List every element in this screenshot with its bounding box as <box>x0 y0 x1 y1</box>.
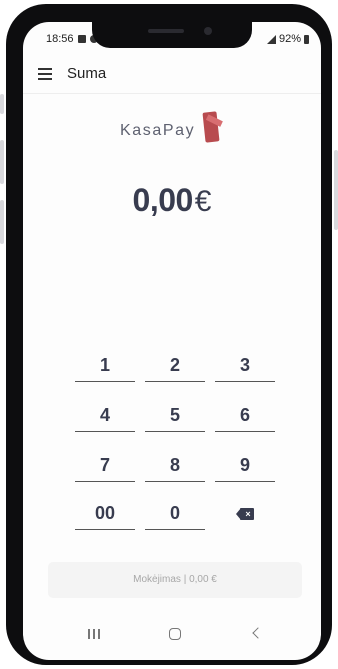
page-title: Suma <box>67 65 107 82</box>
key-5[interactable]: 5 <box>145 402 205 432</box>
image-notification-icon <box>77 35 86 43</box>
key-2[interactable]: 2 <box>145 352 205 382</box>
battery-percent: 92% <box>278 33 301 45</box>
key-9[interactable]: 9 <box>215 452 275 482</box>
front-camera <box>204 27 212 35</box>
screen: 18:56 92% Suma KasaPay 0,00€ 1 2 3 4 5 6… <box>23 22 321 660</box>
key-1[interactable]: 1 <box>75 352 135 382</box>
back-icon[interactable] <box>249 626 269 642</box>
power-button <box>334 150 338 230</box>
battery-icon <box>304 34 309 44</box>
amount-currency: € <box>194 185 212 218</box>
key-00[interactable]: 00 <box>75 500 135 530</box>
key-6[interactable]: 6 <box>215 402 275 432</box>
signal-icon <box>266 34 276 44</box>
phone-frame: 18:56 92% Suma KasaPay 0,00€ 1 2 3 4 5 6… <box>6 4 332 665</box>
backspace-icon: × <box>236 508 254 520</box>
side-button-top <box>0 94 4 114</box>
home-icon[interactable] <box>167 626 187 642</box>
amount-display: 0,00€ <box>23 182 321 219</box>
app-bar: Suma <box>23 58 321 94</box>
recents-icon[interactable] <box>85 626 105 642</box>
system-nav-bar <box>23 622 321 646</box>
status-time: 18:56 <box>46 33 74 45</box>
key-8[interactable]: 8 <box>145 452 205 482</box>
backspace-button[interactable]: × <box>215 500 275 530</box>
speaker <box>148 29 184 33</box>
volume-down-button <box>0 200 4 244</box>
payment-button[interactable]: Mokėjimas | 0,00 € <box>48 562 302 598</box>
logo-text: KasaPay <box>120 122 196 139</box>
amount-value: 0,00 <box>132 182 194 218</box>
key-7[interactable]: 7 <box>75 452 135 482</box>
logo-card-icon <box>202 111 223 143</box>
hamburger-menu-icon[interactable] <box>38 68 52 80</box>
key-0[interactable]: 0 <box>145 500 205 530</box>
key-3[interactable]: 3 <box>215 352 275 382</box>
volume-up-button <box>0 140 4 184</box>
kasapay-logo: KasaPay <box>120 108 230 148</box>
camera-notch <box>92 22 252 48</box>
key-4[interactable]: 4 <box>75 402 135 432</box>
